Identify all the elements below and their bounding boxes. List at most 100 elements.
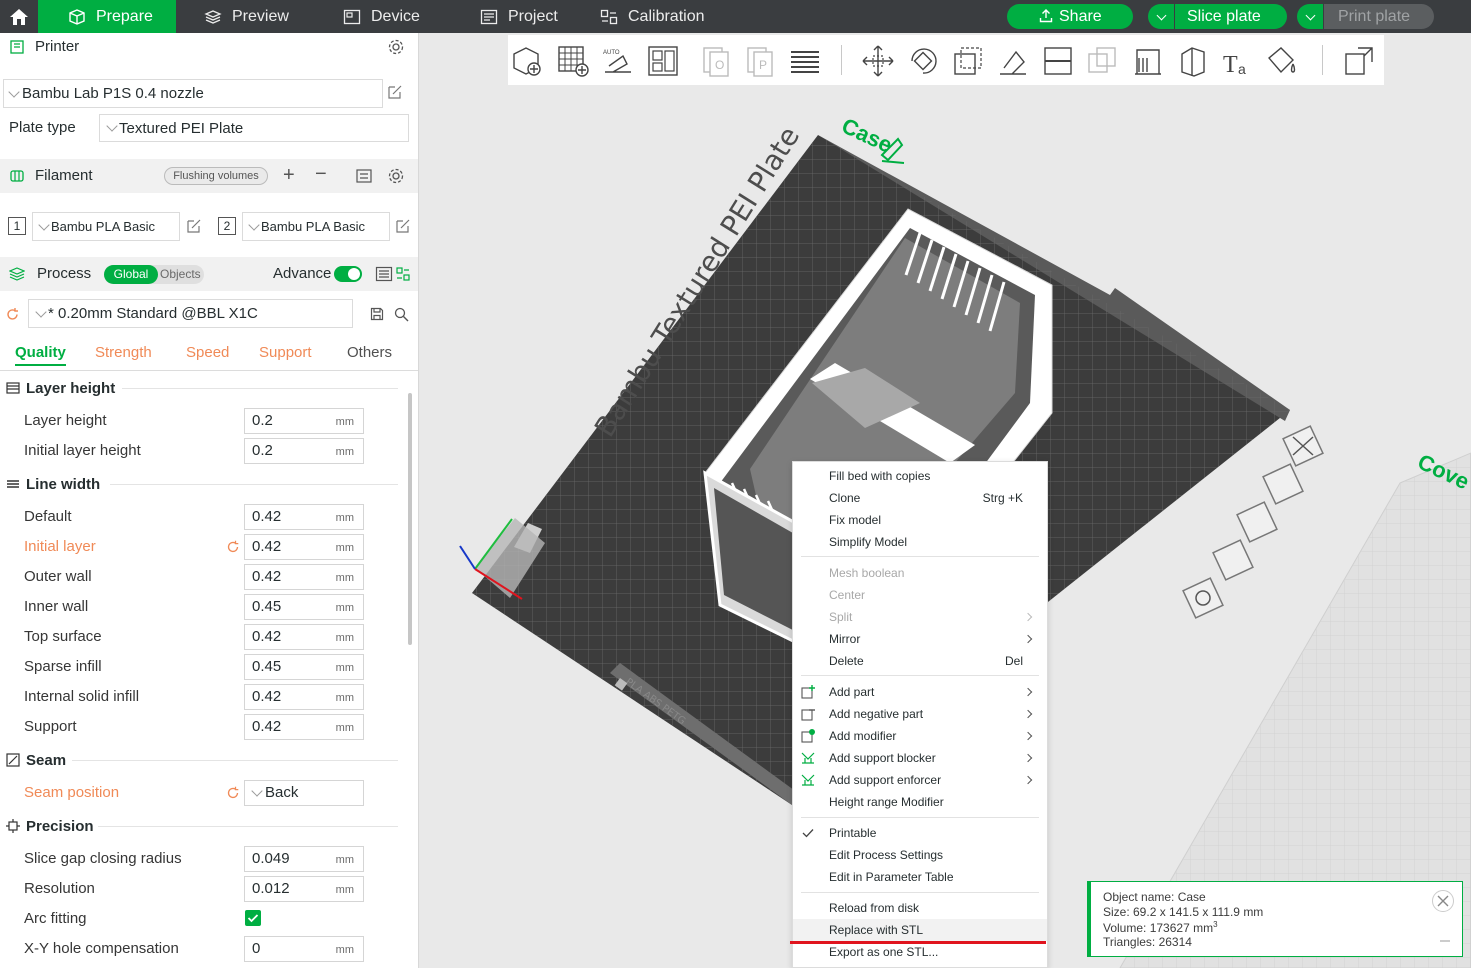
move-icon[interactable]: [861, 44, 895, 78]
arrange-icon[interactable]: [646, 44, 680, 78]
filament-slot-2-select[interactable]: Bambu PLA Basic: [242, 212, 390, 241]
line-width-internal-solid-input[interactable]: 0.42 mm: [244, 684, 364, 710]
advance-toggle[interactable]: [334, 266, 362, 282]
print-plate-button[interactable]: Print plate: [1324, 4, 1434, 29]
paste-icon[interactable]: P: [744, 44, 778, 78]
menu-item-printable[interactable]: Printable: [793, 822, 1047, 844]
tab-calibration[interactable]: Calibration: [600, 0, 704, 33]
menu-item-add-support-enforcer[interactable]: Add support enforcer: [793, 769, 1047, 791]
gear-icon[interactable]: [387, 38, 405, 56]
plus-icon[interactable]: +: [283, 164, 295, 187]
copy-icon[interactable]: O: [700, 44, 734, 78]
plate-type-select[interactable]: Textured PEI Plate: [99, 114, 409, 142]
line-width-support-input[interactable]: 0.42 mm: [244, 714, 364, 740]
process-preset-select[interactable]: * 0.20mm Standard @BBL X1C: [28, 299, 353, 328]
printer-select[interactable]: Bambu Lab P1S 0.4 nozzle: [3, 79, 383, 108]
menu-item-mesh-boolean[interactable]: Mesh boolean: [793, 562, 1047, 584]
color-paint-icon[interactable]: [1265, 44, 1299, 78]
line-width-sparse-infill-input[interactable]: 0.45 mm: [244, 654, 364, 680]
cut-icon[interactable]: [1041, 44, 1075, 78]
filament-slot-1-select[interactable]: Bambu PLA Basic: [32, 212, 180, 241]
reset-icon[interactable]: [226, 786, 240, 800]
line-width-initial-layer-input[interactable]: 0.42 mm: [244, 534, 364, 560]
menu-item-reload-from-disk[interactable]: Reload from disk: [793, 897, 1047, 919]
share-button[interactable]: Share: [1007, 4, 1133, 29]
initial-layer-height-input[interactable]: 0.2 mm: [244, 438, 364, 464]
menu-item-simplify[interactable]: Simplify Model: [793, 531, 1047, 553]
line-width-outer-wall-input[interactable]: 0.42 mm: [244, 564, 364, 590]
menu-item-add-negative-part[interactable]: Add negative part: [793, 703, 1047, 725]
tab-strength[interactable]: Strength: [95, 344, 152, 361]
filament-slot-1-index: 1: [8, 217, 26, 235]
reset-icon[interactable]: [226, 540, 240, 554]
flushing-volumes-button[interactable]: Flushing volumes: [164, 167, 268, 185]
menu-item-height-range-modifier[interactable]: Height range Modifier: [793, 791, 1047, 813]
menu-item-add-part[interactable]: Add part: [793, 681, 1047, 703]
gear-icon[interactable]: [387, 167, 405, 185]
menu-item-fix-model[interactable]: Fix model: [793, 509, 1047, 531]
search-icon[interactable]: [394, 307, 409, 322]
tab-support[interactable]: Support: [259, 344, 312, 361]
xy-hole-compensation-input[interactable]: 0 mm: [244, 936, 364, 962]
compare-icon[interactable]: [396, 267, 410, 281]
boolean-icon[interactable]: [1085, 44, 1119, 78]
text-icon[interactable]: Ta: [1220, 44, 1254, 78]
resolution-input[interactable]: 0.012 mm: [244, 876, 364, 902]
global-option[interactable]: Global: [104, 265, 158, 284]
edit-icon[interactable]: [387, 84, 403, 100]
slice-plate-button[interactable]: Slice plate: [1175, 4, 1287, 29]
menu-item-edit-parameter-table[interactable]: Edit in Parameter Table: [793, 866, 1047, 888]
save-icon[interactable]: [370, 307, 384, 321]
layer-height-input[interactable]: 0.2 mm: [244, 408, 364, 434]
menu-item-split[interactable]: Split: [793, 606, 1047, 628]
layers-menu-icon[interactable]: [788, 44, 822, 78]
tab-speed[interactable]: Speed: [186, 344, 229, 361]
panel-scrollbar[interactable]: [408, 393, 412, 645]
menu-item-export-one-stl[interactable]: Export as one STL...: [793, 941, 1047, 963]
print-dropdown-button[interactable]: [1297, 4, 1323, 29]
tab-others[interactable]: Others: [347, 344, 392, 361]
home-button[interactable]: [0, 0, 38, 33]
menu-item-replace-with-stl[interactable]: Replace with STL: [793, 919, 1047, 941]
auto-orient-icon[interactable]: AUTO: [601, 44, 635, 78]
seam-paint-icon[interactable]: [1176, 44, 1210, 78]
menu-item-edit-process-settings[interactable]: Edit Process Settings: [793, 844, 1047, 866]
reset-icon[interactable]: [5, 307, 20, 322]
settings-panel: Printer Bambu Lab P1S 0.4 nozzle Plate t…: [0, 33, 419, 968]
tab-preview[interactable]: Preview: [204, 0, 289, 33]
menu-item-mirror[interactable]: Mirror: [793, 628, 1047, 650]
list-icon[interactable]: [375, 266, 393, 282]
sync-icon[interactable]: [355, 168, 373, 184]
line-width-top-surface-input[interactable]: 0.42 mm: [244, 624, 364, 650]
add-object-icon[interactable]: [510, 44, 544, 78]
menu-item-center[interactable]: Center: [793, 584, 1047, 606]
menu-item-clone[interactable]: Clone Strg +K: [793, 487, 1047, 509]
add-plate-icon[interactable]: [556, 44, 590, 78]
menu-item-add-modifier[interactable]: Add modifier: [793, 725, 1047, 747]
edit-icon[interactable]: [395, 218, 411, 234]
global-objects-toggle[interactable]: Global Objects: [104, 265, 204, 284]
assembly-view-icon[interactable]: [1342, 44, 1376, 78]
scale-icon[interactable]: [951, 44, 985, 78]
rotate-icon[interactable]: [906, 44, 940, 78]
lay-on-face-icon[interactable]: [996, 44, 1030, 78]
line-width-inner-wall-input[interactable]: 0.45 mm: [244, 594, 364, 620]
line-width-default-input[interactable]: 0.42 mm: [244, 504, 364, 530]
slice-dropdown-button[interactable]: [1148, 4, 1174, 29]
arc-fitting-checkbox[interactable]: [245, 910, 261, 926]
support-paint-icon[interactable]: [1131, 44, 1165, 78]
seam-position-select[interactable]: Back: [244, 780, 364, 806]
menu-item-fill-bed[interactable]: Fill bed with copies: [793, 465, 1047, 487]
close-button[interactable]: [1432, 890, 1454, 912]
collapse-icon[interactable]: [1440, 940, 1450, 942]
edit-icon[interactable]: [186, 218, 202, 234]
tab-prepare[interactable]: Prepare: [38, 0, 176, 33]
menu-item-delete[interactable]: Delete Del: [793, 650, 1047, 672]
tab-project[interactable]: Project: [480, 0, 558, 33]
slice-gap-closing-input[interactable]: 0.049 mm: [244, 846, 364, 872]
objects-option[interactable]: Objects: [160, 265, 204, 284]
minus-icon[interactable]: −: [315, 163, 327, 186]
menu-item-add-support-blocker[interactable]: Add support blocker: [793, 747, 1047, 769]
tab-quality[interactable]: Quality: [15, 344, 66, 366]
tab-device[interactable]: Device: [343, 0, 420, 33]
